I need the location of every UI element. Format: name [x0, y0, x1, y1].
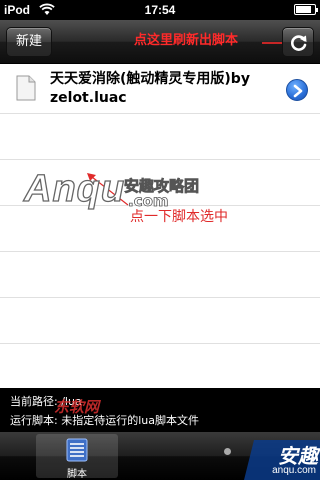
list-item[interactable]: 天天爱消除(触动精灵专用版)by zelot.luac: [0, 65, 320, 114]
running-label: 运行脚本:: [10, 414, 58, 427]
empty-row: [0, 252, 320, 298]
empty-row: [0, 114, 320, 160]
badge-url: anqu.com: [272, 465, 316, 476]
disclosure-icon[interactable]: [286, 79, 308, 101]
status-bar: iPod 17:54: [0, 0, 320, 20]
refresh-annotation: 点这里刷新出脚本: [134, 33, 239, 48]
clock: 17:54: [144, 3, 176, 17]
script-list: 天天爱消除(触动精灵专用版)by zelot.luac 点一下脚本选中: [0, 65, 320, 387]
tab-label: 脚本: [67, 469, 87, 480]
watermark-text: Anqu: [23, 167, 126, 210]
info-bar: 当前路径: /lua 运行脚本: 未指定待运行的lua脚本文件: [0, 388, 320, 432]
file-name: 天天爱消除(触动精灵专用版)by zelot.luac: [50, 71, 250, 106]
path-label: 当前路径:: [10, 395, 58, 408]
new-button[interactable]: 新建: [6, 27, 52, 57]
running-script: 运行脚本: 未指定待运行的lua脚本文件: [10, 412, 199, 428]
tab-scripts[interactable]: 脚本: [36, 434, 118, 480]
refresh-button[interactable]: [282, 27, 314, 57]
battery-icon: [294, 4, 318, 15]
file-icon: [16, 75, 36, 101]
nav-bar: 新建 点这里刷新出脚本: [0, 20, 320, 64]
watermark-bottom: 东软网: [54, 398, 100, 416]
refresh-icon: [291, 35, 307, 51]
script-list-icon: [66, 438, 88, 462]
page-dot-icon: [224, 448, 231, 455]
watermark-com: .com: [128, 192, 169, 211]
empty-row: [0, 344, 320, 387]
empty-row: [0, 298, 320, 344]
